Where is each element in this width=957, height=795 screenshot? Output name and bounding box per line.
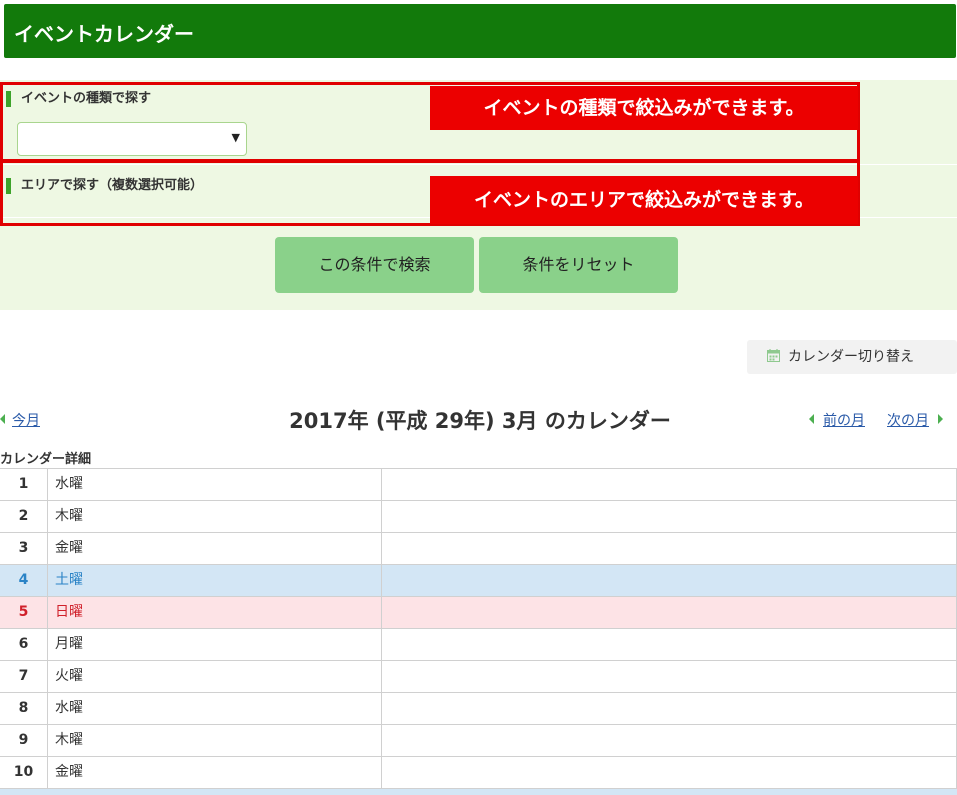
table-row: 9 木曜: [0, 724, 957, 757]
event-cell: [382, 533, 957, 565]
event-cell: [382, 597, 957, 629]
page-title: イベントカレンダー: [14, 22, 194, 46]
event-cell: [382, 629, 957, 661]
event-cell: [382, 725, 957, 757]
table-row: 6 月曜: [0, 628, 957, 661]
next-month-link[interactable]: 次の月: [887, 410, 929, 430]
weekday-label: 月曜: [48, 629, 382, 661]
event-cell: [382, 661, 957, 693]
weekday-label: 土曜: [48, 565, 382, 597]
calendar-detail-caption: カレンダー詳細: [0, 452, 92, 467]
table-row: 2 木曜: [0, 500, 957, 533]
day-number: 1: [0, 469, 48, 501]
calendar-switch-button[interactable]: カレンダー切り替え: [747, 340, 957, 374]
weekday-label: 木曜: [48, 725, 382, 757]
day-number: 8: [0, 693, 48, 725]
page-header: イベントカレンダー: [4, 4, 956, 58]
table-row: 10 金曜: [0, 756, 957, 789]
calendar-table-next-row: [0, 788, 957, 795]
table-row: 1 水曜: [0, 468, 957, 501]
event-cell: [382, 565, 957, 597]
day-number: 10: [0, 757, 48, 789]
weekday-label: 木曜: [48, 501, 382, 533]
prev-month-link[interactable]: 前の月: [823, 410, 865, 430]
event-cell: [382, 469, 957, 501]
triangle-right-icon: [938, 414, 943, 424]
weekday-label: 水曜: [48, 469, 382, 501]
calendar-title: 2017年 (平成 29年) 3月 のカレンダー: [289, 409, 671, 433]
table-row: 7 火曜: [0, 660, 957, 693]
weekday-label: 金曜: [48, 533, 382, 565]
table-row: 3 金曜: [0, 532, 957, 565]
table-row: 8 水曜: [0, 692, 957, 725]
day-number: 9: [0, 725, 48, 757]
triangle-left-icon: [0, 414, 5, 424]
calendar-switch-label: カレンダー切り替え: [788, 349, 914, 365]
weekday-label: 金曜: [48, 757, 382, 789]
weekday-label: 日曜: [48, 597, 382, 629]
triangle-left-icon: [809, 414, 814, 424]
this-month-link[interactable]: 今月: [12, 410, 40, 430]
table-row: 4 土曜: [0, 564, 957, 597]
day-number: 3: [0, 533, 48, 565]
reset-button[interactable]: 条件をリセット: [479, 237, 678, 293]
day-number: 6: [0, 629, 48, 661]
weekday-label: 水曜: [48, 693, 382, 725]
calendar-icon: [767, 349, 780, 362]
day-number: 7: [0, 661, 48, 693]
search-button[interactable]: この条件で検索: [275, 237, 474, 293]
day-number: 4: [0, 565, 48, 597]
event-cell: [382, 501, 957, 533]
event-cell: [382, 757, 957, 789]
day-number: 2: [0, 501, 48, 533]
table-row: 5 日曜: [0, 596, 957, 629]
day-number: 5: [0, 597, 48, 629]
event-cell: [382, 693, 957, 725]
type-callout: イベントの種類で絞込みができます。: [430, 86, 858, 130]
calendar-table: 1 水曜 2 木曜 3 金曜 4 土曜 5 日曜 6 月曜 7 火曜 8 水曜 9 木曜 10 金曜: [0, 468, 957, 789]
weekday-label: 火曜: [48, 661, 382, 693]
area-callout: イベントのエリアで絞込みができます。: [430, 176, 858, 224]
